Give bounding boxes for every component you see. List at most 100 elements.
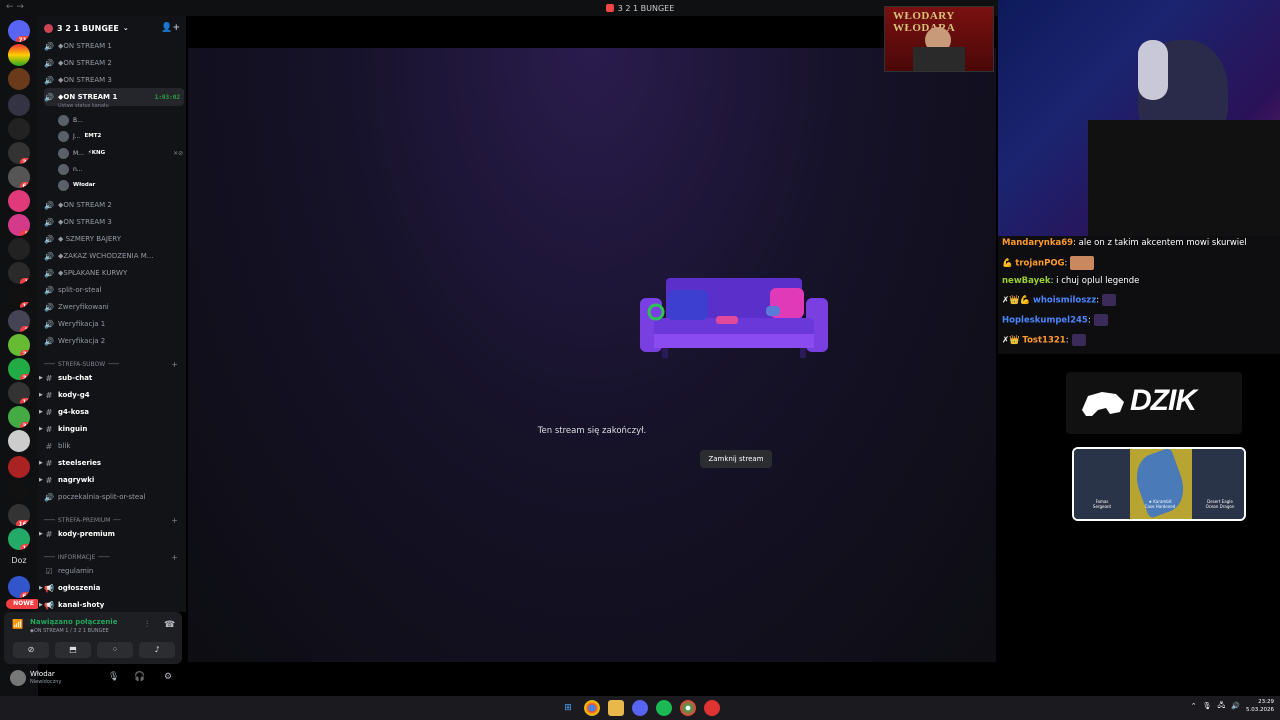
server-icon[interactable] [8, 430, 30, 452]
server-icon[interactable] [8, 238, 30, 260]
speaker-icon: 🔊 [44, 336, 54, 346]
channel-name: ◆ON STREAM 3 [58, 76, 112, 84]
text-channel[interactable]: ▶ # kody-g4 [39, 387, 184, 403]
server-icon[interactable]: 23 [8, 334, 30, 356]
server-icon[interactable]: 35 [8, 406, 30, 428]
headset-image [1138, 40, 1168, 100]
voice-member[interactable]: B... [58, 113, 83, 127]
avatar[interactable] [10, 670, 26, 686]
category-header[interactable]: ─── STREFA-PREMIUM ── + [44, 514, 184, 526]
folder-doz[interactable]: Doz [4, 556, 34, 565]
add-channel-icon[interactable]: + [171, 553, 178, 562]
text-channel[interactable]: ▶ # steelseries [39, 455, 184, 471]
server-icon[interactable]: 2 [8, 310, 30, 332]
username[interactable]: Włodar [30, 670, 55, 678]
chat-username: Hopleskumpel245 [1002, 315, 1088, 326]
text-channel[interactable]: ☑ regulamin [44, 563, 184, 579]
avatar [58, 163, 69, 175]
announcement-channel[interactable]: ▶ 📢 kanal-shoty [39, 597, 184, 613]
voice-channel[interactable]: 🔊 ◆ZAKAZ WCHODZENIA M... [44, 248, 184, 264]
voice-member[interactable]: J... EMT2 [58, 129, 101, 143]
voice-member[interactable]: Włodar [58, 178, 95, 192]
text-channel[interactable]: ▶ # nagrywki [39, 472, 184, 488]
server-icon[interactable] [8, 118, 30, 140]
connection-channel[interactable]: ◆ON STREAM 1 / 3 2 1 BUNGEE [30, 628, 109, 634]
server-icon[interactable] [8, 68, 30, 90]
category-header[interactable]: ─── STREFA-SUBOW ─── + [44, 358, 184, 370]
server-header[interactable]: 3 2 1 BUNGEE ⌄ 👤+ [38, 16, 186, 40]
server-icon[interactable] [8, 190, 30, 212]
server-icon[interactable]: 61 [8, 166, 30, 188]
back-arrow-icon[interactable]: ← → [6, 2, 24, 12]
network-icon[interactable]: 🖧 [1217, 701, 1225, 712]
server-icon[interactable]: 1 [8, 262, 30, 284]
stream-chat: Mandarynka69: ale on z takim akcentem mo… [998, 236, 1280, 354]
activities-button[interactable]: ⁘ [97, 642, 133, 658]
chat-message: Mandarynka69: ale on z takim akcentem mo… [1002, 238, 1247, 248]
headphones-icon[interactable]: 🎧 [134, 672, 145, 682]
voice-channel[interactable]: 🔊 ◆SPŁAKANE KURWY [44, 265, 184, 281]
voice-channel[interactable]: 🔊 ◆ SZMERY BAJERY [44, 231, 184, 247]
voice-channel[interactable]: 🔊 Weryfikacja 1 [44, 316, 184, 332]
voice-channel[interactable]: 🔊 ◆ON STREAM 2 [44, 197, 184, 213]
app-icon[interactable] [704, 700, 720, 716]
close-stream-button[interactable]: Zamknij stream [700, 450, 772, 468]
server-icon[interactable] [8, 94, 30, 116]
volume-icon[interactable]: 🔊 [1231, 702, 1240, 710]
file-explorer-icon[interactable] [608, 700, 624, 716]
add-channel-icon[interactable]: + [171, 516, 178, 525]
voice-channel[interactable]: 🔊 Zweryfikowani [44, 299, 184, 315]
voice-channel[interactable]: 🔊 ◆ON STREAM 1 [44, 38, 184, 54]
skin-card [1074, 449, 1130, 519]
disconnect-icon[interactable]: ☎ [164, 620, 175, 630]
windows-start-icon[interactable]: ⊞ [560, 700, 576, 716]
text-channel[interactable]: ▶ # kody-premium [39, 526, 184, 542]
server-icon[interactable] [8, 480, 30, 502]
chrome-icon[interactable] [584, 700, 600, 716]
voice-channel[interactable]: 🔊 Weryfikacja 2 [44, 333, 184, 349]
voice-member[interactable]: n... [58, 162, 83, 176]
text-channel[interactable]: ▶ # kinguin [39, 421, 184, 437]
badge: 26 [20, 158, 30, 164]
voice-member[interactable]: M... ⚡KNG ✕⊘ [58, 146, 183, 160]
chevron-up-icon[interactable]: ⌃ [1191, 702, 1197, 710]
text-channel[interactable]: ▶ # sub-chat [39, 370, 184, 386]
voice-channel[interactable]: 🔊 ◆ON STREAM 2 [44, 55, 184, 71]
gear-icon[interactable]: ⚙ [164, 672, 172, 682]
chrome-profile-icon[interactable] [680, 700, 696, 716]
server-icon[interactable]: 61 [8, 576, 30, 598]
server-icon[interactable]: 3 [8, 214, 30, 236]
microphone-icon[interactable]: 🎙 [108, 672, 119, 682]
noise-suppression-icon[interactable]: ⫶ [146, 620, 148, 630]
hashtag-icon: # [45, 529, 53, 539]
text-channel[interactable]: ▶ # g4-kosa [39, 404, 184, 420]
server-icon[interactable]: 162 [8, 504, 30, 526]
voice-channel[interactable]: 🔊 ◆ON STREAM 3 [44, 214, 184, 230]
server-icon[interactable] [8, 44, 30, 66]
category-header[interactable]: ─── INFORMACJE ─── + [44, 551, 184, 563]
add-member-icon[interactable]: 👤+ [161, 23, 180, 33]
screen-share-button[interactable]: ⬒ [55, 642, 91, 658]
voice-channel[interactable]: 🔊 split-or-steal [44, 282, 184, 298]
server-icon[interactable]: 17 [8, 382, 30, 404]
server-icon[interactable]: 20 [8, 358, 30, 380]
soundboard-button[interactable]: ♪ [139, 642, 175, 658]
voice-channel[interactable]: 🔊 poczekalnia-split-or-steal [44, 489, 184, 505]
server-icon[interactable]: 16 [8, 286, 30, 308]
server-icon[interactable]: 16 [8, 528, 30, 550]
channel-status-hint[interactable]: Ustaw status kanału [58, 103, 109, 109]
discord-home-icon[interactable]: 713 [8, 20, 30, 42]
server-icon[interactable] [8, 456, 30, 478]
microphone-icon[interactable]: 🎙 [1203, 702, 1212, 710]
voice-channel[interactable]: 🔊 ◆ON STREAM 3 [44, 72, 184, 88]
camera-off-button[interactable]: ⊘ [13, 642, 49, 658]
text-channel[interactable]: # blik [44, 438, 184, 454]
sponsor-name: DZIK [1130, 384, 1197, 417]
spotify-icon[interactable] [656, 700, 672, 716]
server-icon[interactable]: 26 [8, 142, 30, 164]
announcement-channel[interactable]: ▶ 📢 ogłoszenia [39, 580, 184, 596]
discord-icon[interactable] [632, 700, 648, 716]
add-channel-icon[interactable]: + [171, 360, 178, 369]
clock[interactable]: 23:29 5.03.2026 [1246, 698, 1274, 714]
chat-message: ✗👑 Tost1321: [1002, 334, 1086, 346]
